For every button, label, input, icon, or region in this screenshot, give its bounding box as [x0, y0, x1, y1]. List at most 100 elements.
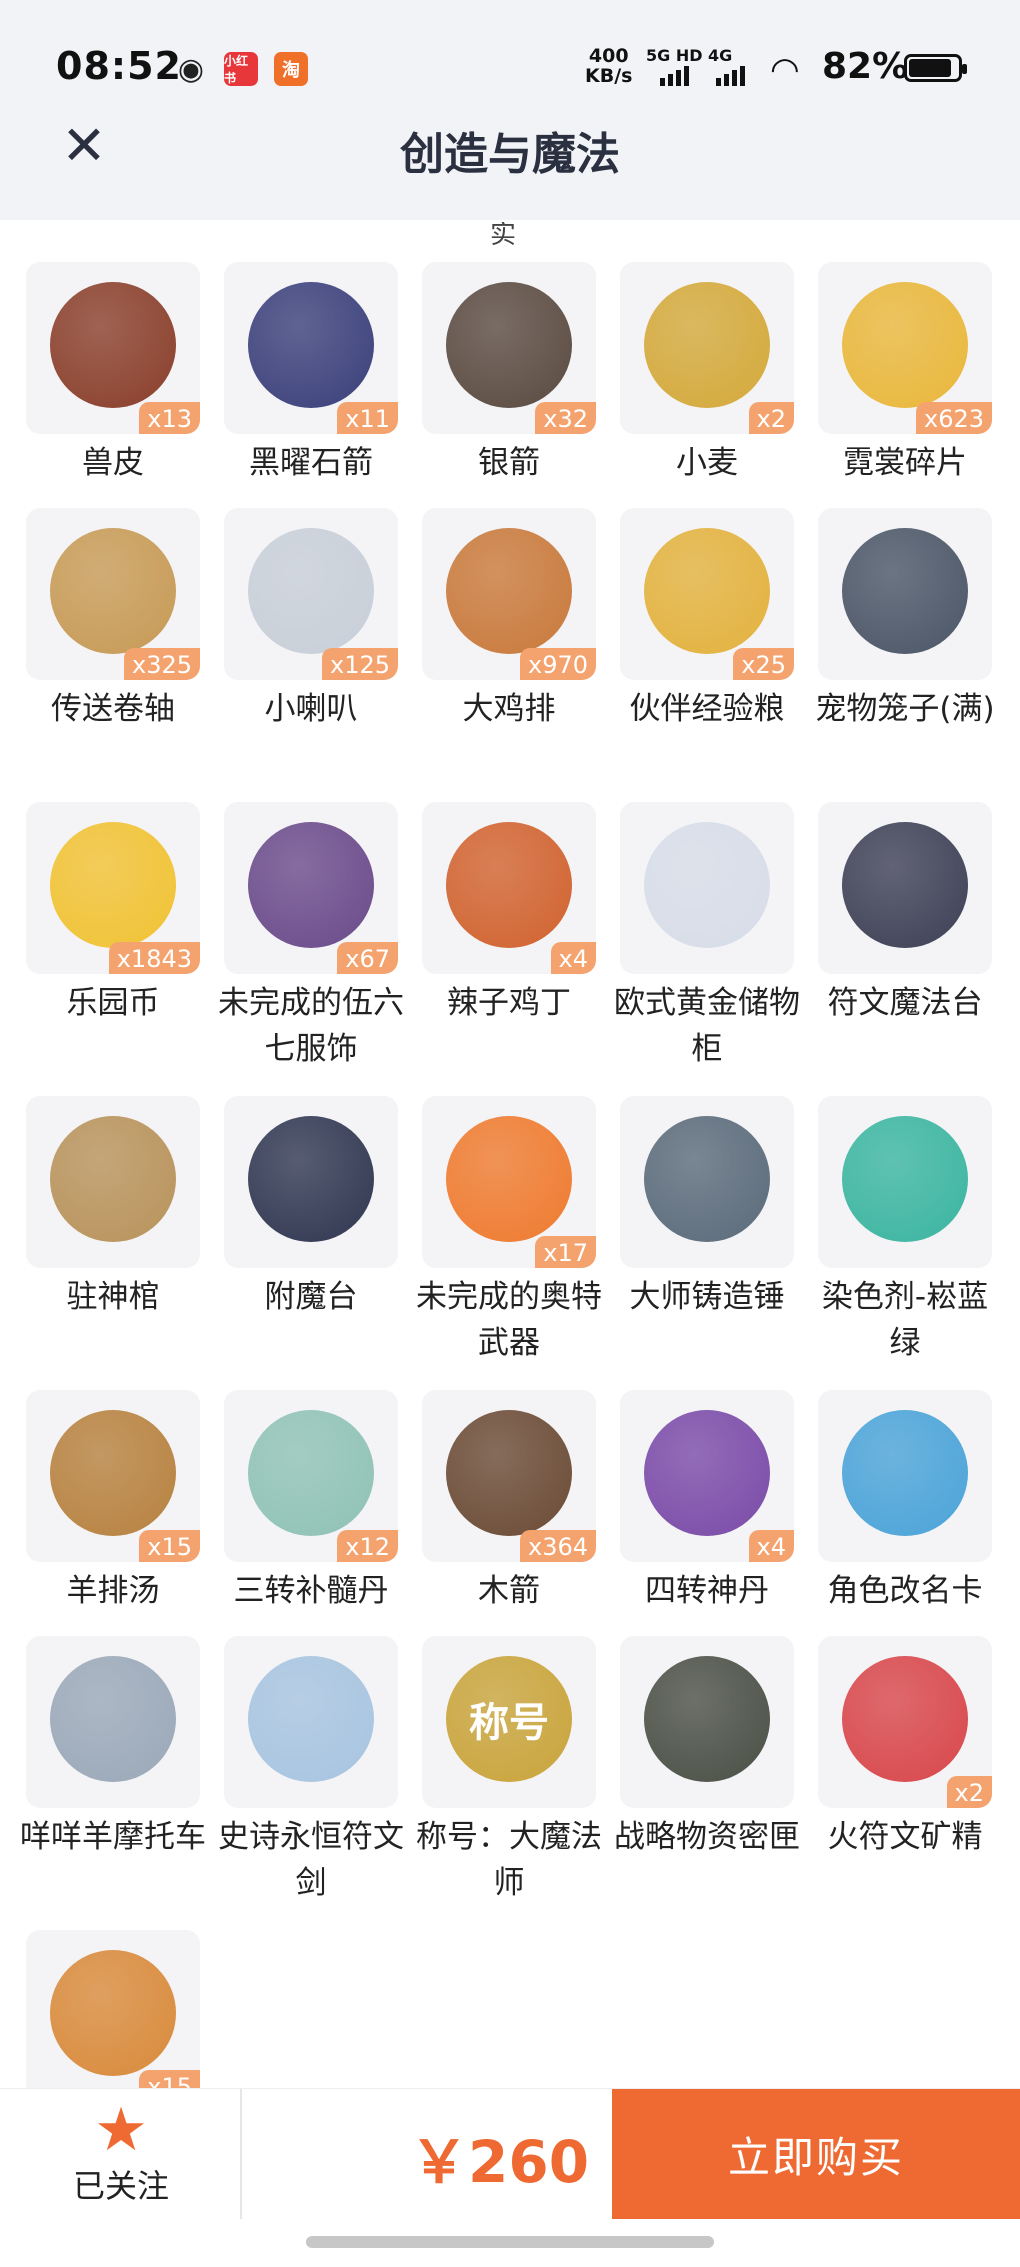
item-count: x15 — [139, 2070, 200, 2088]
scooter-icon — [50, 1656, 176, 1782]
top-area: 08:52 ◉ 小红书 淘 400 KB/s 5G HD 4G ◠ 82% ✕ … — [0, 0, 1020, 220]
item-name: 伙伴经验粮 — [629, 691, 785, 727]
item-name: 未完成的伍六七服饰 — [218, 985, 404, 1067]
soup-icon — [50, 1410, 176, 1536]
hide-icon — [50, 282, 176, 408]
item-tile: x25 — [620, 508, 794, 680]
item-name: 四转神丹 — [645, 1573, 769, 1609]
taobao-icon: 淘 — [274, 52, 308, 86]
item-count: x970 — [519, 648, 596, 680]
item-tile: x13 — [26, 262, 200, 434]
item-name: 史诗永恒符文剑 — [218, 1819, 404, 1901]
chicken-icon — [446, 528, 572, 654]
item-count: x12 — [337, 1530, 398, 1562]
home-indicator[interactable] — [306, 2236, 714, 2248]
follow-button[interactable]: ★ 已关注 — [0, 2089, 242, 2219]
wifi-icon: ◠ — [770, 50, 800, 90]
item-name: 称号：大魔法师 — [416, 1819, 602, 1901]
arrow-icon — [446, 282, 572, 408]
battery-icon — [904, 54, 967, 82]
battery-percent: 82% — [822, 46, 909, 87]
network-label-4g: 4G — [708, 46, 733, 65]
item-tile: x15 — [26, 1390, 200, 1562]
item-name: 符文魔法台 — [827, 985, 983, 1021]
title-badge-icon: 称号 — [446, 1656, 572, 1782]
item-count: x623 — [915, 402, 992, 434]
item-tile — [224, 1096, 398, 1268]
clipped-text: 实 — [490, 222, 517, 250]
item-name: 火符文矿精 — [827, 1819, 983, 1855]
buy-now-button[interactable]: 立即购买 — [612, 2089, 1020, 2219]
item-count: x4 — [748, 1530, 794, 1562]
item-tile — [818, 1096, 992, 1268]
item-name: 辣子鸡丁 — [447, 985, 571, 1021]
shirt-icon — [842, 282, 968, 408]
item-count: x2 — [748, 402, 794, 434]
item-name: 三转补髓丹 — [233, 1573, 389, 1609]
enchant-table-icon — [248, 1116, 374, 1242]
wheat-icon — [644, 282, 770, 408]
item-count: x13 — [139, 402, 200, 434]
item-name: 木箭 — [478, 1573, 540, 1609]
item-name: 霓裳碎片 — [843, 445, 967, 481]
item-tile: x364 — [422, 1390, 596, 1562]
signal-bars-icon — [716, 66, 745, 86]
item-tile — [224, 1636, 398, 1808]
star-icon: ★ — [94, 2095, 148, 2165]
item-name: 附魔台 — [264, 1279, 358, 1315]
page-title: 创造与魔法 — [400, 129, 620, 180]
pill-icon — [644, 1410, 770, 1536]
status-bar: 08:52 ◉ 小红书 淘 400 KB/s 5G HD 4G ◠ 82% — [0, 0, 1020, 110]
item-name: 驻神棺 — [66, 1279, 160, 1315]
potion-icon — [842, 1116, 968, 1242]
item-tile: x67 — [224, 802, 398, 974]
item-count: x2 — [946, 1776, 992, 1808]
weapon-icon — [446, 1116, 572, 1242]
item-tile: x325 — [26, 508, 200, 680]
megaphone-icon — [248, 528, 374, 654]
item-tile — [818, 508, 992, 680]
item-count: x1843 — [108, 942, 200, 974]
arrow-icon — [446, 1410, 572, 1536]
item-tile: x4 — [422, 802, 596, 974]
crate-icon — [644, 1656, 770, 1782]
item-name: 黑曜石箭 — [249, 445, 373, 481]
item-name: 角色改名卡 — [827, 1573, 983, 1609]
item-tile: x2 — [620, 262, 794, 434]
item-count: x325 — [123, 648, 200, 680]
net-speed-value: 400 — [588, 45, 629, 67]
item-tile: x1843 — [26, 802, 200, 974]
item-name: 乐园币 — [66, 985, 160, 1021]
item-tile: x125 — [224, 508, 398, 680]
item-name: 染色剂-崧蓝绿 — [821, 1279, 989, 1361]
item-count: x15 — [139, 1530, 200, 1562]
rune-altar-icon — [842, 822, 968, 948]
item-tile: x970 — [422, 508, 596, 680]
item-count: x32 — [535, 402, 596, 434]
item-tile — [26, 1096, 200, 1268]
scroll-icon — [50, 528, 176, 654]
item-tile: 称号 — [422, 1636, 596, 1808]
bottom-bar: ★ 已关注 ￥260 立即购买 — [0, 2088, 1020, 2219]
shrine-icon — [50, 1116, 176, 1242]
item-tile: x32 — [422, 262, 596, 434]
item-tile: x2 — [818, 1636, 992, 1808]
net-speed-unit: KB/s — [585, 65, 633, 87]
item-tile: x12 — [224, 1390, 398, 1562]
cabinet-icon — [644, 822, 770, 948]
item-tile — [620, 802, 794, 974]
item-name: 大鸡排 — [462, 691, 556, 727]
follow-label: 已关注 — [72, 2167, 169, 2205]
item-count: x17 — [535, 1236, 596, 1268]
item-name: 咩咩羊摩托车 — [20, 1819, 206, 1855]
costume-icon — [248, 822, 374, 948]
hammer-icon — [644, 1116, 770, 1242]
item-tile: x4 — [620, 1390, 794, 1562]
dish-icon — [446, 822, 572, 948]
coin-icon — [50, 822, 176, 948]
hotpot-icon — [50, 1950, 176, 2076]
item-count: x125 — [321, 648, 398, 680]
network-label-5g: 5G HD — [646, 46, 703, 65]
price: ￥260 — [410, 2128, 590, 2196]
wechat-icon: ◉ — [177, 51, 205, 87]
